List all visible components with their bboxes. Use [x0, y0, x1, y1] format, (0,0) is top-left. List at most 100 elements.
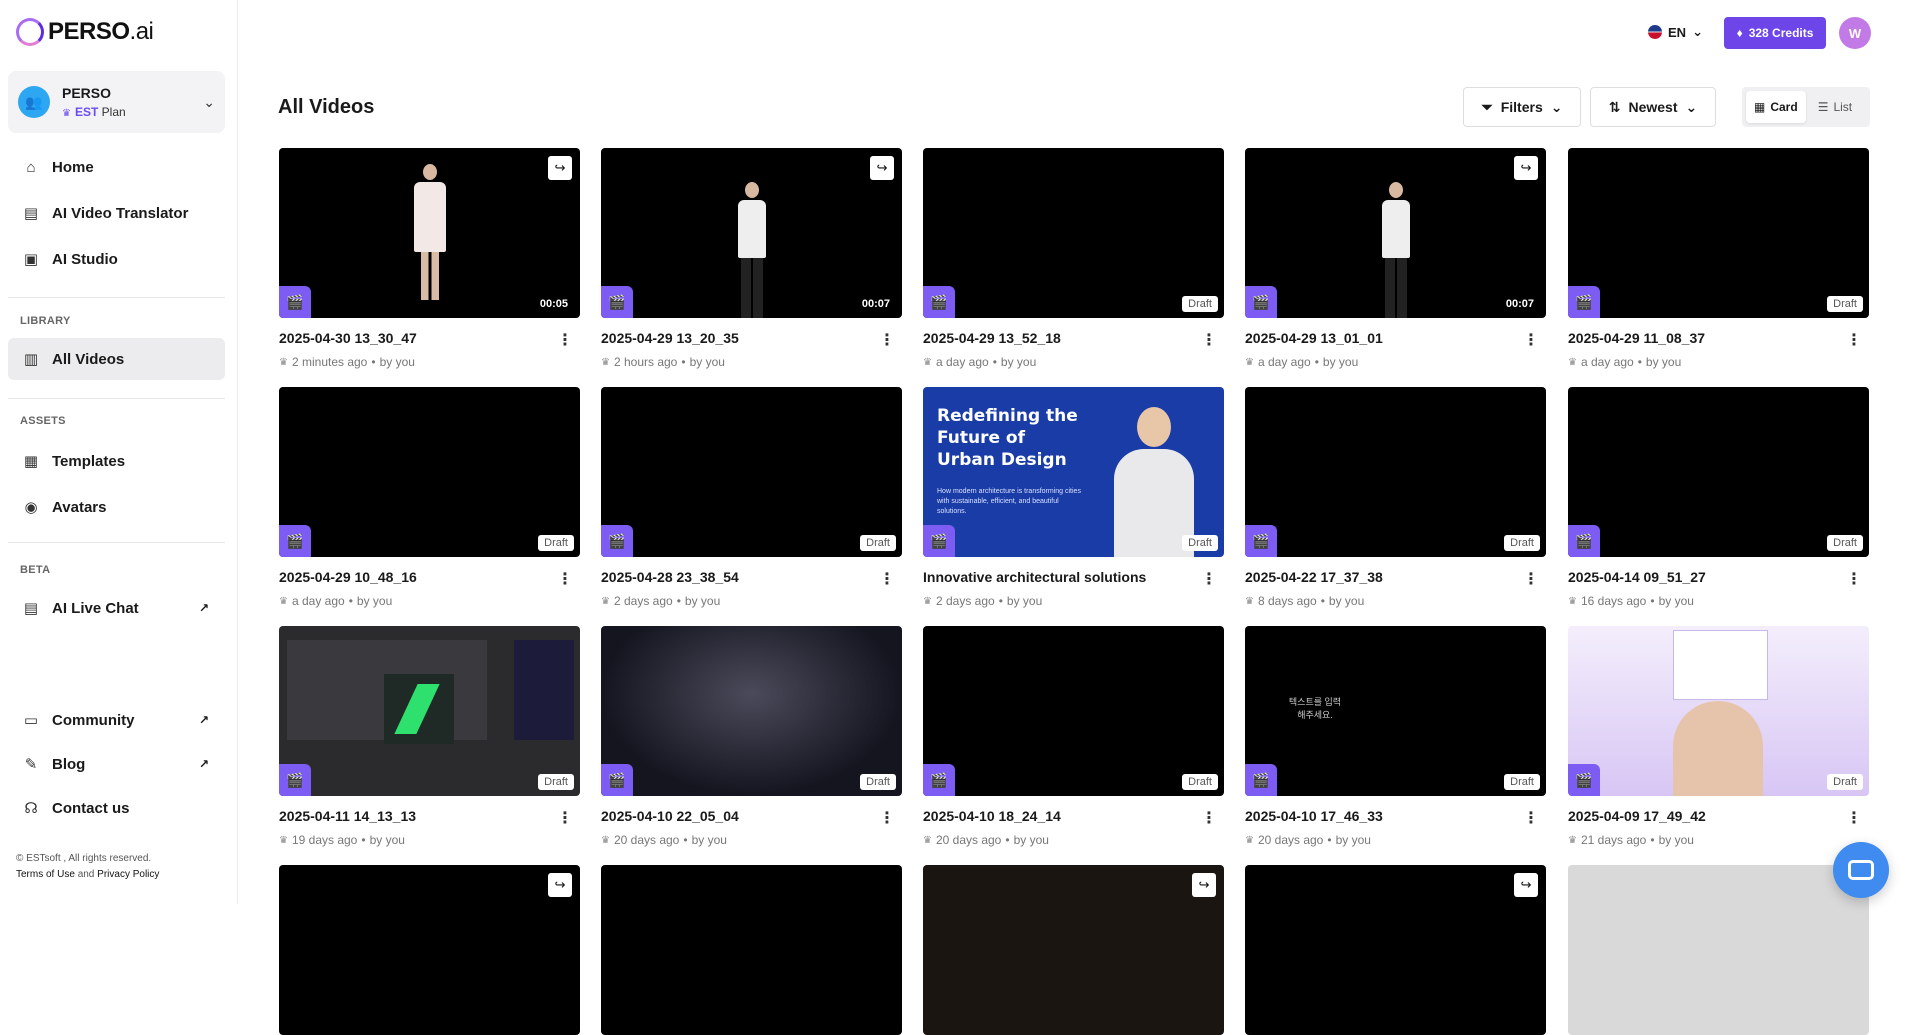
more-options-icon[interactable]: ⋮ — [1201, 330, 1224, 350]
video-thumbnail[interactable] — [601, 865, 902, 1035]
video-title[interactable]: 2025-04-14 09_51_27 — [1568, 569, 1706, 589]
share-icon[interactable]: ↪ — [548, 873, 572, 897]
video-title[interactable]: 2025-04-10 18_24_14 — [923, 808, 1061, 828]
video-card[interactable]: 🎬 Draft 2025-04-10 22_05_04 ⋮ ♛ 20 days ag… — [601, 626, 902, 847]
nav-ai-studio[interactable]: ▣ AI Studio — [8, 238, 225, 280]
share-icon[interactable]: ↪ — [1192, 873, 1216, 897]
video-card[interactable]: 🎬 Draft 2025-04-09 17_49_42 ⋮ ♛ 21 days ag… — [1568, 626, 1869, 847]
more-options-icon[interactable]: ⋮ — [879, 330, 902, 350]
nav-ai-video-translator[interactable]: ▤ AI Video Translator — [8, 192, 225, 234]
video-card[interactable]: 🎬 Draft 2025-04-29 11_08_37 ⋮ ♛ a day ago … — [1568, 148, 1869, 369]
video-card[interactable]: 🎬 Draft 2025-04-11 14_13_13 ⋮ ♛ 19 days ag… — [279, 626, 580, 847]
video-thumbnail[interactable]: 🎬 Draft — [601, 387, 902, 557]
more-options-icon[interactable]: ⋮ — [879, 569, 902, 589]
video-thumbnail[interactable]: ↪ — [923, 865, 1224, 1035]
nav-all-videos[interactable]: ▥ All Videos — [8, 338, 225, 380]
video-card[interactable]: 텍스트를 입력해주세요. 🎬 Draft 2025-04-10 17_46_33… — [1245, 626, 1546, 847]
user-avatar[interactable]: W — [1839, 17, 1871, 49]
card-view-button[interactable]: ▦ Card — [1746, 91, 1806, 123]
privacy-link[interactable]: Privacy Policy — [97, 869, 159, 880]
video-thumbnail[interactable]: 🎬 Draft — [279, 387, 580, 557]
video-card[interactable]: ↪ 🎬 00:05 2025-04-30 13_30_47 ⋮ ♛ 2 minute… — [279, 148, 580, 369]
video-thumbnail[interactable]: 🎬 Draft — [923, 148, 1224, 318]
video-title[interactable]: 2025-04-29 13_52_18 — [923, 330, 1061, 350]
video-card[interactable]: 🎬 Draft 2025-04-14 09_51_27 ⋮ ♛ 16 days ag… — [1568, 387, 1869, 608]
video-title[interactable]: 2025-04-29 11_08_37 — [1568, 330, 1705, 350]
video-thumbnail[interactable]: Redefining the Future of Urban Design Ho… — [923, 387, 1224, 557]
nav-community[interactable]: ▭ Community ↗ — [8, 699, 225, 741]
video-title[interactable]: Innovative architectural solutions — [923, 569, 1146, 589]
video-owner: by you — [1645, 355, 1682, 369]
language-selector[interactable]: EN ⌄ — [1648, 24, 1703, 40]
video-card[interactable] — [1568, 865, 1869, 1035]
video-thumbnail[interactable]: 🎬 Draft — [1568, 387, 1869, 557]
chat-support-button[interactable] — [1833, 842, 1889, 898]
share-icon[interactable]: ↪ — [1514, 156, 1538, 180]
more-options-icon[interactable]: ⋮ — [557, 808, 580, 828]
share-icon[interactable]: ↪ — [1514, 873, 1538, 897]
video-thumbnail[interactable]: 🎬 Draft — [923, 626, 1224, 796]
video-thumbnail[interactable]: ↪ 🎬 00:07 — [601, 148, 902, 318]
video-thumbnail[interactable]: ↪ 🎬 00:05 — [279, 148, 580, 318]
video-card[interactable]: Redefining the Future of Urban Design Ho… — [923, 387, 1224, 608]
nav-contact-us[interactable]: ☊ Contact us — [8, 787, 225, 829]
nav-avatars[interactable]: ◉ Avatars — [8, 486, 225, 528]
more-options-icon[interactable]: ⋮ — [1846, 330, 1869, 350]
video-title[interactable]: 2025-04-09 17_49_42 — [1568, 808, 1706, 828]
video-card[interactable]: 🎬 Draft 2025-04-28 23_38_54 ⋮ ♛ 2 days ago… — [601, 387, 902, 608]
filters-button[interactable]: ⏷ Filters ⌄ — [1463, 87, 1581, 127]
video-card[interactable]: ↪ 🎬 00:07 2025-04-29 13_20_35 ⋮ ♛ 2 hours … — [601, 148, 902, 369]
nav-templates[interactable]: ▦ Templates — [8, 440, 225, 482]
video-card[interactable]: 🎬 Draft 2025-04-29 10_48_16 ⋮ ♛ a day ago … — [279, 387, 580, 608]
chevron-down-icon: ⌄ — [1685, 98, 1698, 115]
video-thumbnail[interactable]: 🎬 Draft — [279, 626, 580, 796]
more-options-icon[interactable]: ⋮ — [557, 330, 580, 350]
nav-home[interactable]: ⌂ Home — [8, 146, 225, 188]
video-card[interactable]: ↪ — [923, 865, 1224, 1035]
video-title[interactable]: 2025-04-22 17_37_38 — [1245, 569, 1383, 589]
more-options-icon[interactable]: ⋮ — [1523, 330, 1546, 350]
video-thumbnail[interactable]: ↪ — [279, 865, 580, 1035]
workspace-switcher[interactable]: 👥 PERSO ♛ EST Plan ⌄ — [8, 71, 225, 133]
video-title[interactable]: 2025-04-29 13_20_35 — [601, 330, 739, 350]
video-title[interactable]: 2025-04-28 23_38_54 — [601, 569, 739, 589]
more-options-icon[interactable]: ⋮ — [1846, 808, 1869, 828]
more-options-icon[interactable]: ⋮ — [1846, 569, 1869, 589]
video-thumbnail[interactable]: 텍스트를 입력해주세요. 🎬 Draft — [1245, 626, 1546, 796]
video-card[interactable]: ↪ — [1245, 865, 1546, 1035]
video-title[interactable]: 2025-04-10 22_05_04 — [601, 808, 739, 828]
nav-ai-live-chat[interactable]: ▤ AI Live Chat ↗ — [8, 587, 225, 629]
more-options-icon[interactable]: ⋮ — [1523, 808, 1546, 828]
video-thumbnail[interactable]: 🎬 Draft — [1568, 148, 1869, 318]
video-card[interactable]: 🎬 Draft 2025-04-10 18_24_14 ⋮ ♛ 20 days ag… — [923, 626, 1224, 847]
video-card[interactable]: 🎬 Draft 2025-04-22 17_37_38 ⋮ ♛ 8 days ago… — [1245, 387, 1546, 608]
video-thumbnail[interactable]: ↪ — [1245, 865, 1546, 1035]
video-thumbnail[interactable]: 🎬 Draft — [601, 626, 902, 796]
list-view-button[interactable]: ☰ List — [1810, 91, 1860, 123]
nav-blog[interactable]: ✎ Blog ↗ — [8, 743, 225, 785]
video-title[interactable]: 2025-04-30 13_30_47 — [279, 330, 417, 350]
more-options-icon[interactable]: ⋮ — [1201, 808, 1224, 828]
more-options-icon[interactable]: ⋮ — [557, 569, 580, 589]
video-card[interactable] — [601, 865, 902, 1035]
video-title[interactable]: 2025-04-11 14_13_13 — [279, 808, 416, 828]
more-options-icon[interactable]: ⋮ — [1201, 569, 1224, 589]
more-options-icon[interactable]: ⋮ — [1523, 569, 1546, 589]
video-thumbnail[interactable]: 🎬 Draft — [1245, 387, 1546, 557]
video-card[interactable]: 🎬 Draft 2025-04-29 13_52_18 ⋮ ♛ a day ago … — [923, 148, 1224, 369]
video-thumbnail[interactable]: 🎬 Draft — [1568, 626, 1869, 796]
video-card[interactable]: ↪ — [279, 865, 580, 1035]
logo[interactable]: PERSO.ai — [16, 18, 154, 46]
video-card[interactable]: ↪ 🎬 00:07 2025-04-29 13_01_01 ⋮ ♛ a day ag… — [1245, 148, 1546, 369]
share-icon[interactable]: ↪ — [548, 156, 572, 180]
terms-link[interactable]: Terms of Use — [16, 869, 75, 880]
video-thumbnail[interactable] — [1568, 865, 1869, 1035]
video-title[interactable]: 2025-04-10 17_46_33 — [1245, 808, 1383, 828]
credits-button[interactable]: ♦ 328 Credits — [1724, 17, 1826, 49]
video-title[interactable]: 2025-04-29 10_48_16 — [279, 569, 417, 589]
share-icon[interactable]: ↪ — [870, 156, 894, 180]
sort-dropdown[interactable]: ⇅ Newest ⌄ — [1590, 87, 1716, 127]
video-thumbnail[interactable]: ↪ 🎬 00:07 — [1245, 148, 1546, 318]
more-options-icon[interactable]: ⋮ — [879, 808, 902, 828]
video-title[interactable]: 2025-04-29 13_01_01 — [1245, 330, 1383, 350]
